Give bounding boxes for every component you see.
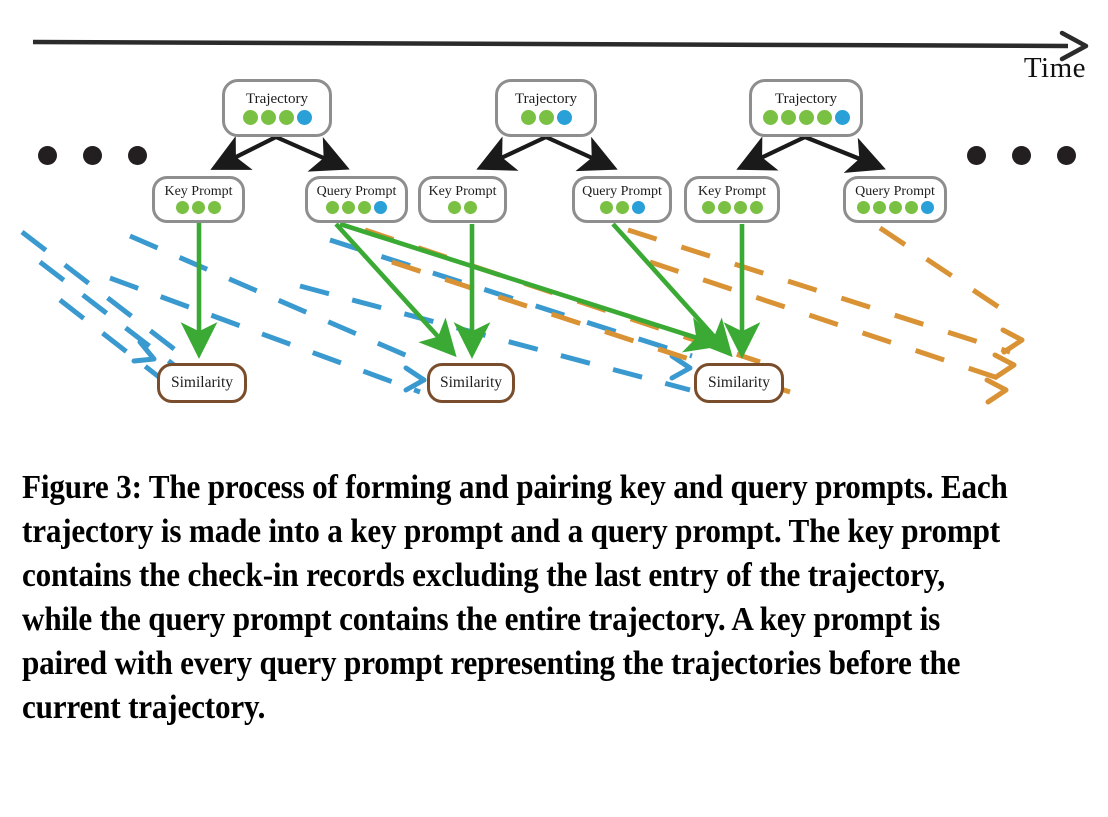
green-checkin-dot — [242, 109, 258, 125]
ellipsis-right — [967, 146, 1102, 165]
key-prompt-dots — [447, 201, 479, 214]
similarity-node-3[interactable]: Similarity — [694, 363, 784, 403]
ellipsis-dot — [38, 146, 57, 165]
green-checkin-dot — [780, 109, 796, 125]
blue-checkin-dot — [374, 201, 387, 214]
trajectory-node-3[interactable]: Trajectory — [749, 79, 863, 137]
green-checkin-dot — [615, 201, 629, 214]
ellipsis-left — [38, 146, 173, 165]
ellipsis-dot — [967, 146, 986, 165]
similarity-node-1[interactable]: Similarity — [157, 363, 247, 403]
green-checkin-dot — [856, 201, 870, 214]
blue-checkin-dot — [834, 109, 850, 125]
green-checkin-dot — [326, 201, 339, 214]
blue-checkin-dot — [556, 109, 572, 125]
green-checkin-dot — [176, 201, 189, 214]
blue-checkin-dot — [631, 201, 645, 214]
green-checkin-dot — [872, 201, 886, 214]
green-checkin-dot — [448, 201, 461, 214]
key-prompt-node-1[interactable]: Key Prompt — [152, 176, 245, 223]
similarity-node-2[interactable]: Similarity — [427, 363, 515, 403]
blue-checkin-dot — [920, 201, 934, 214]
key-prompt-label: Key Prompt — [428, 184, 497, 199]
green-checkin-dot — [538, 109, 554, 125]
blue-checkin-dot — [296, 109, 312, 125]
ellipsis-dot — [83, 146, 102, 165]
time-axis-label: Time — [1023, 52, 1086, 84]
trajectory-dots — [761, 109, 851, 125]
green-checkin-dot — [749, 201, 763, 214]
orange-dashed-arrowheads — [984, 327, 1025, 405]
key-prompt-node-3[interactable]: Key Prompt — [684, 176, 780, 223]
key-prompt-label: Key Prompt — [164, 184, 233, 199]
query-prompt-dots — [325, 201, 389, 214]
green-checkin-dot — [208, 201, 221, 214]
trajectory-dots — [519, 109, 573, 125]
key-prompt-dots — [175, 201, 223, 214]
trajectory-node-2[interactable]: Trajectory — [495, 79, 597, 137]
green-checkin-dot — [717, 201, 731, 214]
similarity-label: Similarity — [440, 374, 502, 392]
trajectory-split-arrows — [210, 135, 886, 173]
key-prompt-label: Key Prompt — [697, 184, 767, 199]
key-prompt-dots — [700, 201, 764, 214]
green-checkin-dot — [358, 201, 371, 214]
similarity-label: Similarity — [171, 374, 233, 392]
green-checkin-dot — [520, 109, 536, 125]
query-prompt-node-2[interactable]: Query Prompt — [572, 176, 672, 223]
green-checkin-dot — [762, 109, 778, 125]
figure-caption: Figure 3: The process of forming and pai… — [22, 469, 1008, 726]
green-checkin-dot — [904, 201, 918, 214]
green-checkin-dot — [599, 201, 613, 214]
query-prompt-dots — [855, 201, 935, 214]
time-axis-arrow — [32, 30, 1089, 62]
query-prompt-dots — [598, 201, 646, 214]
blue-dashed-links — [20, 230, 693, 395]
trajectory-label: Trajectory — [246, 90, 308, 107]
green-checkin-dot — [260, 109, 276, 125]
key-prompt-node-2[interactable]: Key Prompt — [418, 176, 507, 223]
query-prompt-label: Query Prompt — [316, 184, 397, 199]
similarity-label: Similarity — [708, 374, 770, 392]
ellipsis-dot — [1012, 146, 1031, 165]
trajectory-node-1[interactable]: Trajectory — [222, 79, 332, 137]
green-checkin-dot — [816, 109, 832, 125]
trajectory-dots — [241, 109, 313, 125]
query-prompt-node-3[interactable]: Query Prompt — [843, 176, 947, 223]
green-similarity-arrows — [180, 221, 761, 359]
query-prompt-label: Query Prompt — [582, 184, 662, 199]
green-checkin-dot — [888, 201, 902, 214]
figure-diagram: Time Trajectory Trajectory Trajectory Ke… — [0, 0, 1108, 440]
ellipsis-dot — [1057, 146, 1076, 165]
green-checkin-dot — [798, 109, 814, 125]
green-checkin-dot — [342, 201, 355, 214]
trajectory-label: Trajectory — [775, 90, 837, 107]
ellipsis-dot — [128, 146, 147, 165]
green-checkin-dot — [192, 201, 205, 214]
query-prompt-label: Query Prompt — [855, 184, 935, 199]
green-checkin-dot — [701, 201, 715, 214]
query-prompt-node-1[interactable]: Query Prompt — [305, 176, 408, 223]
green-checkin-dot — [733, 201, 747, 214]
green-checkin-dot — [464, 201, 477, 214]
trajectory-label: Trajectory — [515, 90, 577, 107]
green-checkin-dot — [278, 109, 294, 125]
